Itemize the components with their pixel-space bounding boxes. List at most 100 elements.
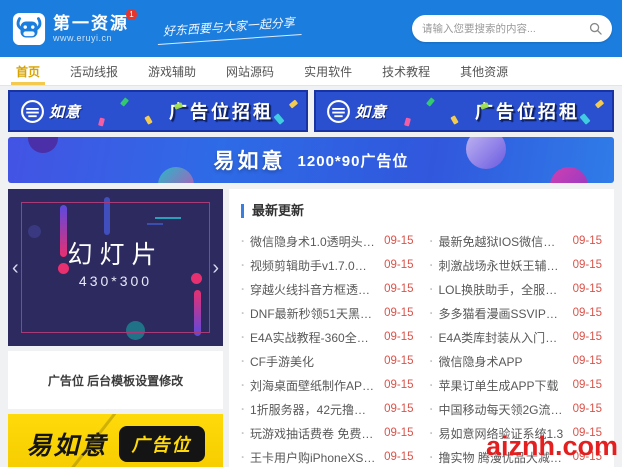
confetti [120, 97, 129, 106]
list-item[interactable]: 视频剪辑助手v1.7.0破解版 09-15 [241, 253, 414, 277]
confetti [273, 113, 284, 125]
nav-item[interactable]: 网站源码 [226, 57, 274, 85]
nav-item[interactable]: 游戏辅助 [148, 57, 196, 85]
deco-blob [158, 167, 194, 183]
list-item[interactable]: DNF最新秒领51天黑钻活动 09-15 [241, 301, 414, 325]
yellow-ad-tag: 广告位 [119, 426, 205, 462]
article-date: 09-15 [573, 235, 602, 247]
article-link[interactable]: LOL换肤助手，全服通用，老外出品 [439, 281, 566, 298]
yellow-ad-brand: 易如意 [26, 426, 107, 462]
article-link[interactable]: 刘海桌面壁纸制作APP下载 [250, 377, 377, 394]
list-item[interactable]: E4A实战教程-360全网影视搜索二 09-15 [241, 325, 414, 349]
confetti [426, 97, 435, 106]
confetti [579, 113, 590, 125]
article-link[interactable]: 视频剪辑助手v1.7.0破解版 [250, 257, 377, 274]
nav-item[interactable]: 活动线报 [70, 57, 118, 85]
article-link[interactable]: 王卡用户购iPhoneXS领1年QQ豪绿+腾讯 [250, 449, 377, 466]
article-date: 09-15 [384, 355, 413, 367]
search-box[interactable] [412, 15, 612, 42]
article-link[interactable]: 苹果订单生成APP下载 [439, 377, 566, 394]
slide-size-label: 430*300 [8, 273, 223, 289]
list-item[interactable]: 最新免越狱IOS微信新钻石VIP 超强防封版 09-15 [430, 229, 603, 253]
list-item[interactable]: 中国移动每天领2G流量教程 09-15 [430, 397, 603, 421]
article-link[interactable]: 多多猫看漫画SSVIP破解版 [439, 305, 566, 322]
search-input[interactable] [422, 23, 589, 35]
nav-item[interactable]: 实用软件 [304, 57, 352, 85]
nav-item[interactable]: 技术教程 [382, 57, 430, 85]
article-link[interactable]: 中国移动每天领2G流量教程 [439, 401, 566, 418]
article-link[interactable]: CF手游美化 [250, 353, 377, 370]
article-date: 09-15 [573, 307, 602, 319]
article-link[interactable]: 穿越火线抖音方框透视破解版V2.5 [250, 281, 377, 298]
yellow-ad-banner[interactable]: 易如意 广告位 [8, 414, 223, 467]
article-link[interactable]: DNF最新秒领51天黑钻活动 [250, 305, 377, 322]
list-item[interactable]: 微信隐身术APP 09-15 [430, 349, 603, 373]
article-date: 09-15 [573, 283, 602, 295]
ad-rent-text: 广告位招租 [475, 98, 580, 124]
slideshow[interactable]: 幻灯片 430*300 ‹ › [8, 189, 223, 346]
article-date: 09-15 [573, 379, 602, 391]
wide-ad-brand: 易如意 [214, 145, 286, 175]
article-date: 09-15 [384, 283, 413, 295]
list-item[interactable]: LOL换肤助手，全服通用，老外出品 09-15 [430, 277, 603, 301]
list-item[interactable]: 穿越火线抖音方框透视破解版V2.5 09-15 [241, 277, 414, 301]
ad-banner-right[interactable]: 如意 广告位招租 [314, 90, 614, 132]
ad-notice-card: 广告位 后台模板设置修改 [8, 351, 223, 409]
main-nav: 首页 活动线报 游戏辅助 网站源码 实用软件 技术教程 其他资源 [0, 57, 622, 86]
site-url: www.eruyi.cn [53, 33, 129, 43]
article-date: 09-15 [573, 259, 602, 271]
notification-badge: 1 [126, 9, 137, 20]
article-link[interactable]: E4A类库封装从入门到放弃 [439, 329, 566, 346]
article-date: 09-15 [384, 427, 413, 439]
list-item[interactable]: 刺激战场永世妖王辅助最新破解版 09-15 [430, 253, 603, 277]
article-date: 09-15 [384, 379, 413, 391]
ruyi-logo-icon [326, 99, 351, 124]
list-item[interactable]: 1折服务器，42元撸半年 09-15 [241, 397, 414, 421]
watermark: aiznh.com [486, 431, 618, 462]
article-link[interactable]: 微信隐身术APP [439, 353, 566, 370]
list-item[interactable]: 苹果订单生成APP下载 09-15 [430, 373, 603, 397]
deco-blob [550, 167, 588, 183]
article-link[interactable]: 微信隐身术1.0透明头像透空白名字 [250, 233, 377, 250]
latest-updates-title: 最新更新 [241, 204, 602, 218]
ad-rent-text: 广告位招租 [169, 98, 274, 124]
article-link[interactable]: 最新免越狱IOS微信新钻石VIP 超强防封版 [439, 233, 566, 250]
ruyi-logo-icon [20, 99, 45, 124]
article-link[interactable]: 1折服务器，42元撸半年 [250, 401, 377, 418]
ad-banner-left[interactable]: 如意 广告位招租 [8, 90, 308, 132]
article-link[interactable]: 玩游戏抽话费卷 免费领取话费流量 [250, 425, 377, 442]
slide-title: 幻灯片 [8, 235, 223, 271]
list-item[interactable]: CF手游美化 09-15 [241, 349, 414, 373]
logo-text: 第一资源 www.eruyi.cn 1 [53, 15, 129, 43]
nav-item[interactable]: 其他资源 [460, 57, 508, 85]
slide-prev-arrow[interactable]: ‹ [12, 258, 19, 278]
article-date: 09-15 [384, 403, 413, 415]
article-date: 09-15 [384, 235, 413, 247]
list-item[interactable]: 刘海桌面壁纸制作APP下载 09-15 [241, 373, 414, 397]
ruyi-brand: 如意 [49, 101, 81, 122]
latest-updates-card: 最新更新 微信隐身术1.0透明头像透空白名字 09-15 视频剪辑助手v1.7.… [229, 189, 614, 467]
slide-next-arrow[interactable]: › [212, 258, 219, 278]
article-date: 09-15 [384, 307, 413, 319]
confetti [98, 117, 105, 126]
article-link[interactable]: E4A实战教程-360全网影视搜索二 [250, 329, 377, 346]
article-date: 09-15 [384, 451, 413, 463]
site-name: 第一资源 [53, 15, 129, 33]
list-item[interactable]: 微信隐身术1.0透明头像透空白名字 09-15 [241, 229, 414, 253]
list-item[interactable]: 玩游戏抽话费卷 免费领取话费流量 09-15 [241, 421, 414, 445]
bull-logo-icon [12, 12, 46, 46]
list-item[interactable]: 王卡用户购iPhoneXS领1年QQ豪绿+腾讯 09-15 [241, 445, 414, 467]
site-logo[interactable]: 第一资源 www.eruyi.cn 1 [12, 12, 129, 46]
nav-item[interactable]: 首页 [16, 57, 40, 85]
list-item[interactable]: 多多猫看漫画SSVIP破解版 09-15 [430, 301, 603, 325]
confetti [450, 115, 458, 124]
article-date: 09-15 [573, 403, 602, 415]
article-date: 09-15 [573, 331, 602, 343]
site-header: 第一资源 www.eruyi.cn 1 好东西要与大家一起分享 [0, 0, 622, 57]
article-date: 09-15 [384, 259, 413, 271]
article-link[interactable]: 刺激战场永世妖王辅助最新破解版 [439, 257, 566, 274]
ad-banner-wide[interactable]: 易如意 1200*90广告位 [8, 137, 614, 183]
search-icon[interactable] [589, 22, 602, 35]
wide-ad-size: 1200*90广告位 [298, 150, 409, 171]
list-item[interactable]: E4A类库封装从入门到放弃 09-15 [430, 325, 603, 349]
